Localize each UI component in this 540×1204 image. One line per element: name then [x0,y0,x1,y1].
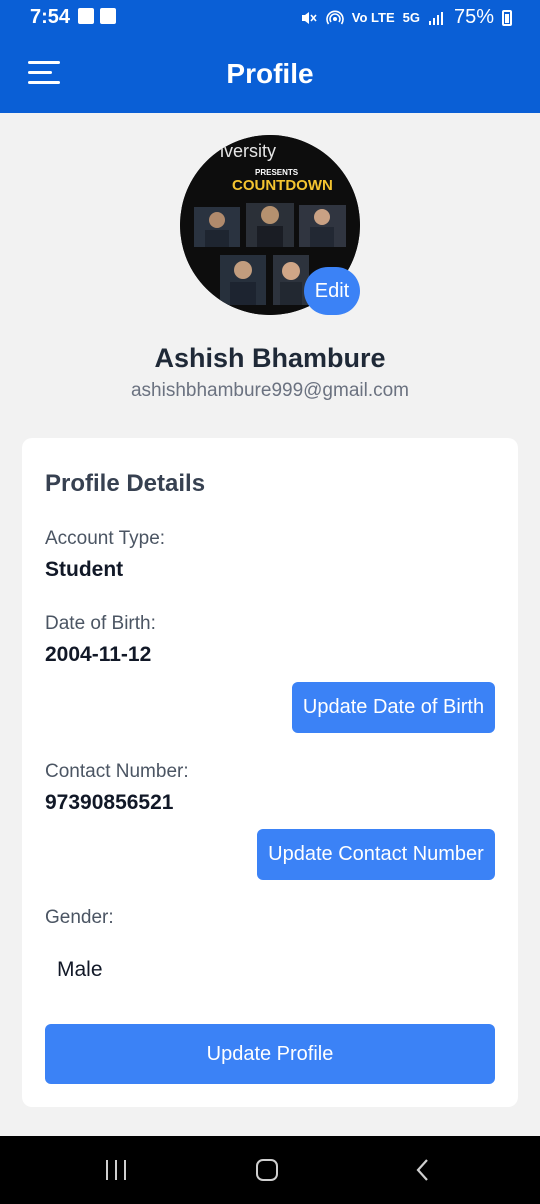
svg-text:PRESENTS: PRESENTS [255,168,299,177]
signal-icon [428,11,443,25]
status-bar: 7:54 Vo LTE 5G 75% [0,0,540,34]
edit-avatar-button[interactable]: Edit [304,267,360,315]
battery-icon [502,9,512,26]
svg-text:COUNTDOWN: COUNTDOWN [232,177,333,194]
card-title: Profile Details [45,470,206,497]
status-time: 7:54 [30,6,71,28]
dob-value: 2004-11-12 [45,643,152,666]
hotspot-icon [325,10,344,24]
account-type-label: Account Type: [45,528,166,549]
update-profile-button[interactable]: Update Profile [45,1024,495,1084]
check-notification-icon [100,8,116,24]
system-nav-bar [0,1136,540,1204]
svg-text:iversity: iversity [220,141,276,161]
app-bar: 7:54 Vo LTE 5G 75% Profile [0,0,540,113]
gallery-notification-icon [78,8,94,24]
recents-icon[interactable] [106,1160,128,1180]
gender-label: Gender: [45,907,114,928]
mute-icon [301,11,317,24]
avatar-container: iversity PRESENTS COUNTDOWN Edit [180,135,360,315]
page-title: Profile [226,58,314,89]
user-email: ashishbhambure999@gmail.com [130,380,410,401]
user-name: Ashish Bhambure [154,343,386,373]
gender-select[interactable]: Male [57,958,103,982]
dob-label: Date of Birth: [45,613,156,634]
update-contact-button[interactable]: Update Contact Number [257,829,495,880]
home-icon[interactable] [256,1159,278,1181]
contact-number-label: Contact Number: [45,761,189,782]
update-dob-button[interactable]: Update Date of Birth [292,682,495,733]
network-type: 5G [402,10,420,25]
contact-number-value: 97390856521 [45,791,174,814]
profile-details-card: Profile Details Account Type: Student Da… [22,438,518,1107]
volte-icon: Vo LTE [351,10,395,25]
account-type-value: Student [45,558,124,581]
back-icon[interactable] [412,1158,436,1182]
battery-percent: 75% [453,6,494,28]
